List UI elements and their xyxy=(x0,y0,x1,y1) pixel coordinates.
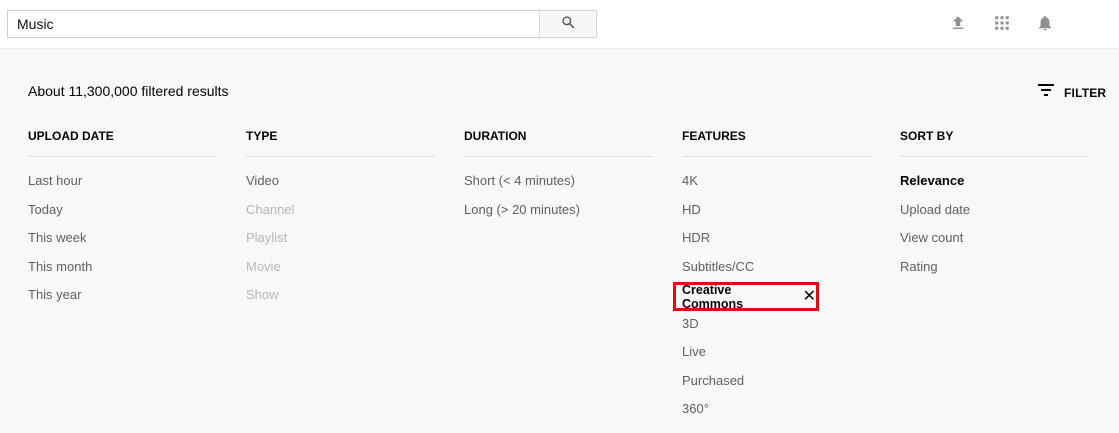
filter-option[interactable]: Video xyxy=(246,174,435,203)
sort-option[interactable]: Upload date xyxy=(900,202,1089,232)
filter-group-sort-by: SORT BY Relevance Upload date View count… xyxy=(900,129,1089,288)
filter-option[interactable]: Today xyxy=(28,202,217,232)
filter-option[interactable]: HDR xyxy=(682,231,871,260)
group-header: UPLOAD DATE xyxy=(28,129,217,157)
sort-option[interactable]: View count xyxy=(900,231,1089,260)
filter-label: FILTER xyxy=(1064,85,1107,100)
filter-option[interactable]: Purchased xyxy=(682,373,871,403)
group-header: DURATION xyxy=(464,129,653,157)
filter-option[interactable]: This month xyxy=(28,259,217,289)
filter-option[interactable]: This week xyxy=(28,231,217,260)
applied-filter-creative-commons[interactable]: Creative Commons ✕ xyxy=(673,282,819,311)
filter-option[interactable]: Last hour xyxy=(28,174,217,203)
filter-option-disabled: Channel xyxy=(246,201,295,217)
filter-option[interactable]: Live xyxy=(682,345,871,374)
filter-option-disabled: Playlist xyxy=(246,230,288,245)
filter-group-type: TYPE Video Channel Playlist Movie Show xyxy=(246,129,435,317)
filter-option[interactable]: 360° xyxy=(682,402,871,431)
group-header: FEATURES xyxy=(682,129,871,157)
filter-option-disabled: Show xyxy=(246,287,279,302)
applied-filter-label: Creative Commons xyxy=(682,282,744,311)
filter-toggle-button[interactable]: FILTER xyxy=(1037,82,1106,103)
sort-option[interactable]: Rating xyxy=(900,259,1089,289)
filter-group-duration: DURATION Short (< 4 minutes) Long (> 20 … xyxy=(464,129,653,231)
apps-grid-icon[interactable] xyxy=(992,13,1012,33)
sort-option-selected[interactable]: Relevance xyxy=(900,174,1089,203)
filter-option[interactable]: 3D xyxy=(682,316,871,346)
search-icon xyxy=(561,15,575,34)
search-input[interactable] xyxy=(7,10,540,38)
group-header: SORT BY xyxy=(900,129,1089,157)
upload-icon[interactable] xyxy=(948,13,968,33)
filter-group-features: FEATURES 4K HD HDR Subtitles/CC 3D Live … xyxy=(682,129,871,431)
close-icon[interactable]: ✕ xyxy=(803,288,816,305)
filter-option[interactable]: This year xyxy=(28,288,217,317)
filter-icon xyxy=(1037,82,1055,103)
results-count: About 11,300,000 filtered results xyxy=(28,83,229,99)
filter-option[interactable]: Short (< 4 minutes) xyxy=(464,174,653,203)
filter-option[interactable]: 4K xyxy=(682,174,871,203)
filter-option[interactable]: HD xyxy=(682,202,871,232)
filter-option[interactable]: Long (> 20 minutes) xyxy=(464,202,653,232)
search-button[interactable] xyxy=(539,10,597,38)
bell-icon[interactable] xyxy=(1035,13,1055,33)
filter-option-disabled: Movie xyxy=(246,258,281,274)
group-header: TYPE xyxy=(246,129,435,157)
filter-group-upload-date: UPLOAD DATE Last hour Today This week Th… xyxy=(28,129,217,317)
top-bar xyxy=(0,0,1119,49)
